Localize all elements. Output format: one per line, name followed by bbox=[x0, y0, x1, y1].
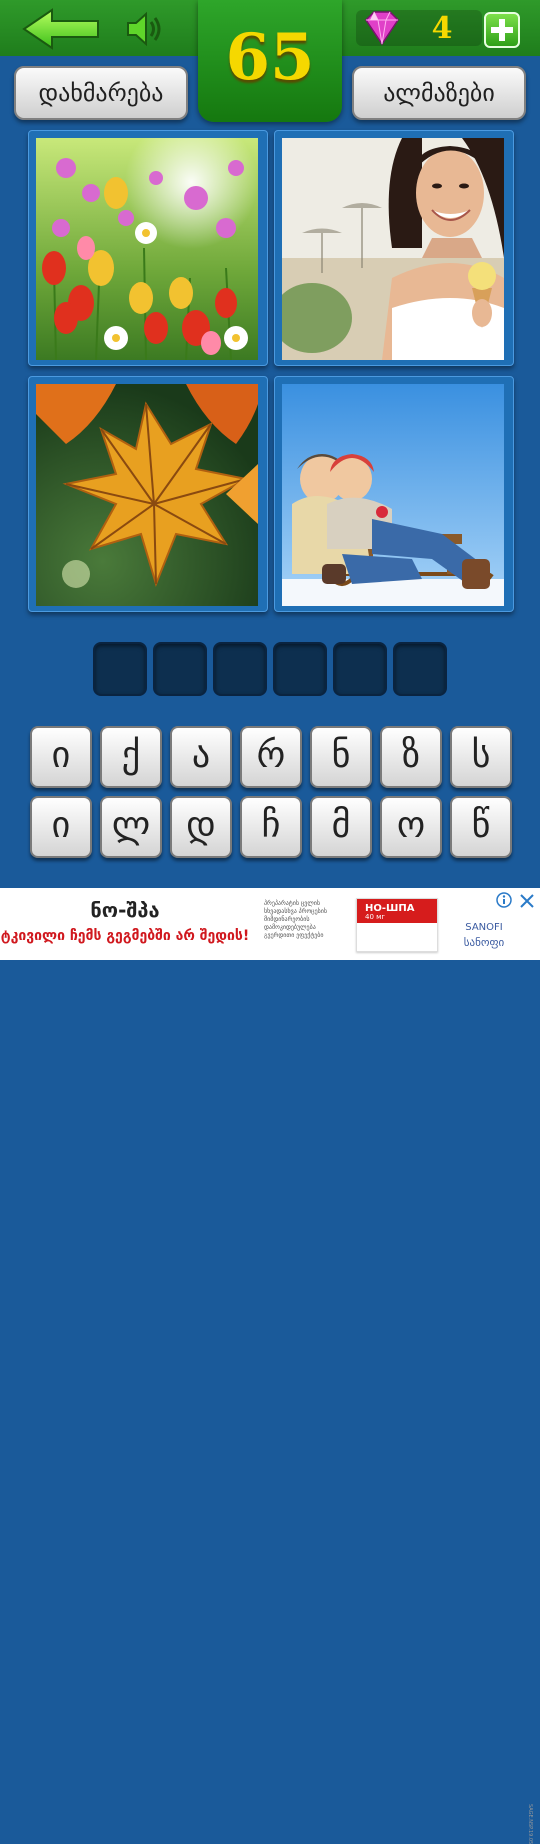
ad-side-text: SAGE.NSP.19.05 bbox=[527, 1804, 533, 1844]
picture-flowers[interactable] bbox=[28, 130, 268, 366]
answer-slot[interactable] bbox=[333, 642, 387, 696]
add-gems-button[interactable] bbox=[484, 12, 520, 48]
letter-key[interactable]: ზ bbox=[380, 726, 442, 788]
letter-key[interactable]: ნ bbox=[310, 726, 372, 788]
autumn-leaves-image bbox=[36, 384, 258, 606]
letter-key[interactable]: ს bbox=[450, 726, 512, 788]
plus-icon bbox=[491, 19, 513, 41]
ad-brand-latin: SANOFI bbox=[465, 922, 503, 933]
help-button[interactable]: დახმარება bbox=[14, 66, 188, 120]
ad-banner[interactable]: ნო-შპა ტკივილი ჩემს გეგმებში არ შედის! პ… bbox=[0, 888, 540, 1844]
speaker-icon[interactable] bbox=[124, 8, 168, 50]
ad-fine-print: პრეპარატის ცვლის სხვადასხვა პროცესის მიმ… bbox=[264, 900, 328, 939]
gem-count: 4 bbox=[431, 11, 453, 46]
answer-slot[interactable] bbox=[213, 642, 267, 696]
ad-brand-local: სანოფი bbox=[463, 936, 505, 949]
letter-key[interactable]: ი bbox=[30, 726, 92, 788]
ad-title: ნო-შპა bbox=[90, 898, 160, 922]
letter-key[interactable]: ჩ bbox=[240, 796, 302, 858]
letter-key[interactable]: ო bbox=[380, 796, 442, 858]
letter-key[interactable]: ლ bbox=[100, 796, 162, 858]
picture-woman-ice-cream[interactable] bbox=[274, 130, 514, 366]
letter-key[interactable]: დ bbox=[170, 796, 232, 858]
diamond-icon bbox=[360, 10, 404, 48]
info-icon[interactable] bbox=[496, 892, 512, 908]
letter-key[interactable]: ქ bbox=[100, 726, 162, 788]
ad-slogan: ტკივილი ჩემს გეგმებში არ შედის! bbox=[0, 928, 250, 944]
letter-key[interactable]: რ bbox=[240, 726, 302, 788]
gems-button[interactable]: ალმაზები bbox=[352, 66, 526, 120]
flowers-image bbox=[36, 138, 258, 360]
level-indicator: 65 bbox=[198, 0, 342, 122]
letter-key[interactable]: ა bbox=[170, 726, 232, 788]
ad-product-box: НО-ШПА 40 мг bbox=[356, 898, 438, 952]
picture-couple-sled[interactable] bbox=[274, 376, 514, 612]
answer-slot[interactable] bbox=[153, 642, 207, 696]
ad-product-dose: 40 мг bbox=[365, 913, 386, 921]
answer-slot[interactable] bbox=[93, 642, 147, 696]
level-number: 65 bbox=[225, 20, 315, 95]
couple-sled-image bbox=[282, 384, 504, 606]
woman-ice-cream-image bbox=[282, 138, 504, 360]
letter-key[interactable]: ი bbox=[30, 796, 92, 858]
answer-slot[interactable] bbox=[273, 642, 327, 696]
close-icon[interactable] bbox=[518, 892, 536, 910]
letter-key[interactable]: წ bbox=[450, 796, 512, 858]
back-arrow-icon[interactable] bbox=[22, 8, 102, 50]
picture-autumn-leaves[interactable] bbox=[28, 376, 268, 612]
answer-slot[interactable] bbox=[393, 642, 447, 696]
letter-key[interactable]: მ bbox=[310, 796, 372, 858]
